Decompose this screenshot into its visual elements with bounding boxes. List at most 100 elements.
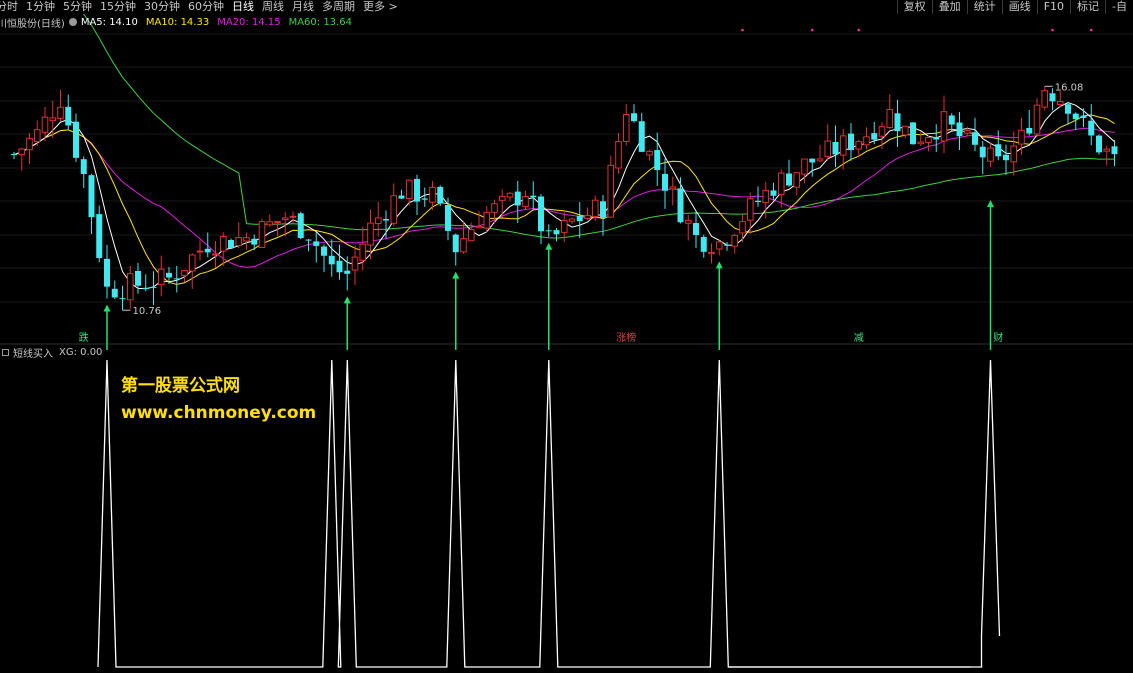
tool-button-5[interactable]: 标记 (1070, 0, 1105, 14)
candle[interactable] (33, 120, 41, 146)
settings-dot-icon[interactable] (68, 18, 77, 26)
candle[interactable] (390, 183, 398, 227)
candle[interactable] (1033, 98, 1041, 137)
candle[interactable] (1103, 145, 1111, 166)
candle[interactable] (65, 94, 72, 131)
candle[interactable] (96, 205, 103, 263)
period-tab-4[interactable]: 30分钟 (144, 0, 180, 14)
candle[interactable] (258, 218, 266, 248)
candle[interactable] (483, 206, 491, 233)
candle[interactable] (1111, 139, 1118, 167)
candle[interactable] (816, 145, 824, 163)
candle[interactable] (917, 131, 925, 146)
candle[interactable] (948, 113, 955, 131)
candle[interactable] (956, 111, 963, 151)
candle[interactable] (498, 189, 506, 218)
candle[interactable] (631, 104, 637, 123)
candle[interactable] (1026, 109, 1033, 136)
candle[interactable] (739, 213, 746, 243)
candle[interactable] (1065, 102, 1071, 125)
candle[interactable] (731, 233, 739, 254)
candle[interactable] (18, 147, 26, 171)
indicator-toggle-icon[interactable] (2, 348, 9, 356)
candle[interactable] (80, 156, 87, 189)
candle[interactable] (770, 182, 777, 200)
candle[interactable] (786, 159, 792, 187)
candle[interactable] (506, 191, 514, 201)
tool-button-4[interactable]: F10 (1036, 0, 1070, 14)
candle[interactable] (646, 149, 653, 161)
candle[interactable] (622, 104, 630, 146)
period-tab-9[interactable]: 多周期 (322, 0, 355, 14)
candle[interactable] (142, 274, 149, 292)
candle[interactable] (863, 127, 870, 150)
candle[interactable] (910, 122, 916, 145)
candle[interactable] (677, 177, 684, 224)
candle[interactable] (219, 232, 227, 267)
tool-button-1[interactable]: 叠加 (931, 0, 967, 14)
candle[interactable] (693, 210, 699, 248)
candle[interactable] (181, 269, 188, 283)
candle[interactable] (522, 190, 529, 210)
candle[interactable] (894, 99, 901, 147)
candle[interactable] (328, 239, 335, 277)
candle[interactable] (188, 253, 196, 289)
candle[interactable] (700, 234, 707, 258)
candle[interactable] (313, 231, 320, 263)
stock-name[interactable]: 川恒股份(日线) (0, 15, 65, 30)
candle[interactable] (11, 151, 17, 160)
candle[interactable] (793, 172, 801, 196)
candle[interactable] (150, 271, 157, 306)
candle[interactable] (746, 192, 754, 234)
tool-button-2[interactable]: 统计 (966, 0, 1002, 14)
period-tab-7[interactable]: 周线 (262, 0, 284, 14)
candle[interactable] (901, 125, 909, 139)
candle[interactable] (1088, 104, 1095, 146)
candle[interactable] (576, 202, 583, 238)
candle[interactable] (414, 174, 420, 216)
candle[interactable] (26, 133, 33, 164)
candle[interactable] (584, 207, 591, 220)
candle[interactable] (212, 241, 219, 268)
candle[interactable] (848, 123, 854, 161)
candle[interactable] (1096, 134, 1102, 155)
candle[interactable] (119, 285, 126, 311)
candle[interactable] (886, 94, 894, 130)
candle[interactable] (228, 238, 234, 249)
candle[interactable] (839, 128, 847, 170)
candle[interactable] (832, 125, 839, 167)
event-marker-label[interactable]: 财 (993, 331, 1003, 344)
candle[interactable] (452, 233, 459, 266)
period-tab-0[interactable]: 分时 (0, 0, 18, 14)
candlesticks[interactable] (11, 86, 1118, 311)
candle[interactable] (157, 255, 165, 297)
candle[interactable] (987, 142, 994, 167)
candle[interactable] (1041, 86, 1049, 111)
candle[interactable] (73, 113, 79, 163)
candle[interactable] (173, 265, 180, 293)
candle[interactable] (359, 226, 367, 271)
candle[interactable] (204, 232, 211, 258)
candle[interactable] (266, 214, 274, 227)
candle[interactable] (568, 217, 576, 224)
period-tab-8[interactable]: 月线 (292, 0, 314, 14)
candle[interactable] (530, 181, 537, 211)
candle[interactable] (421, 187, 428, 207)
period-tab-6[interactable]: 日线 (232, 0, 254, 14)
period-tab-10[interactable]: 更多 > (363, 0, 398, 14)
candle[interactable] (995, 130, 1002, 161)
candle[interactable] (104, 245, 110, 299)
candle[interactable] (615, 132, 622, 174)
candle[interactable] (514, 180, 521, 223)
candle[interactable] (460, 222, 467, 254)
tool-button-0[interactable]: 复权 (896, 0, 932, 14)
candle[interactable] (297, 211, 304, 240)
candle[interactable] (1080, 108, 1087, 128)
candle[interactable] (1003, 144, 1009, 176)
candle[interactable] (638, 112, 645, 152)
candle[interactable] (925, 135, 932, 152)
candle[interactable] (374, 201, 382, 237)
candle[interactable] (383, 210, 389, 239)
period-tab-5[interactable]: 60分钟 (188, 0, 224, 14)
period-tab-2[interactable]: 5分钟 (63, 0, 92, 14)
